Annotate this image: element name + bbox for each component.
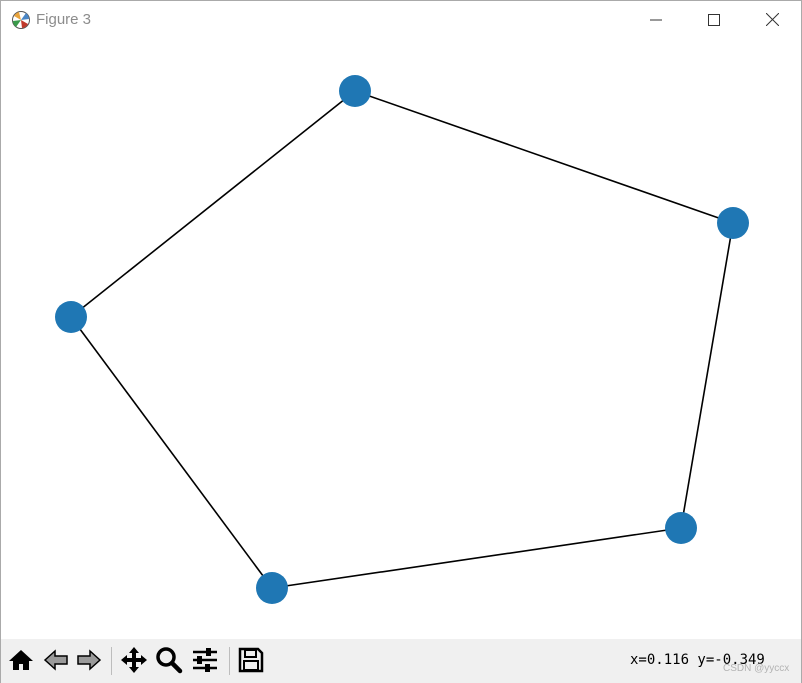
graph-node xyxy=(717,207,749,239)
pan-icon xyxy=(120,646,148,678)
maximize-icon xyxy=(708,11,720,30)
figure-canvas[interactable] xyxy=(1,39,801,639)
home-icon xyxy=(8,648,34,676)
toolbar-separator xyxy=(111,647,112,675)
graph-edge xyxy=(271,527,682,589)
close-icon xyxy=(765,11,779,30)
configure-subplots-icon xyxy=(191,647,219,677)
zoom-button[interactable] xyxy=(154,647,184,677)
forward-button[interactable] xyxy=(74,647,104,677)
window-title: Figure 3 xyxy=(36,11,92,28)
forward-arrow-icon xyxy=(76,648,102,676)
back-button[interactable] xyxy=(41,647,71,677)
toolbar-separator xyxy=(229,647,230,675)
graph-edge xyxy=(70,90,356,318)
back-arrow-icon xyxy=(43,648,69,676)
minimize-button[interactable] xyxy=(627,1,685,39)
maximize-button[interactable] xyxy=(685,1,743,39)
graph-node xyxy=(339,75,371,107)
figure-window: Figure 3 x=0.116 y=-0.349 CSDN @yyccx xyxy=(0,0,802,683)
title-bar[interactable]: Figure 3 xyxy=(1,1,801,39)
close-button[interactable] xyxy=(743,1,801,39)
save-button[interactable] xyxy=(236,647,266,677)
graph-node xyxy=(55,301,87,333)
graph-node xyxy=(256,572,288,604)
graph-edge xyxy=(680,222,734,529)
matplotlib-figure-icon xyxy=(11,10,31,30)
zoom-icon xyxy=(155,646,183,678)
watermark: CSDN @yyccx xyxy=(723,663,790,674)
configure-subplots-button[interactable] xyxy=(190,647,220,677)
home-button[interactable] xyxy=(6,647,36,677)
graph-edge xyxy=(70,316,273,589)
graph-node xyxy=(665,512,697,544)
graph-edge xyxy=(354,90,734,224)
pan-button[interactable] xyxy=(119,647,149,677)
navigation-toolbar: x=0.116 y=-0.349 CSDN @yyccx xyxy=(1,639,801,683)
minimize-icon xyxy=(650,11,662,30)
save-icon xyxy=(238,647,264,677)
network-graph xyxy=(55,75,749,604)
